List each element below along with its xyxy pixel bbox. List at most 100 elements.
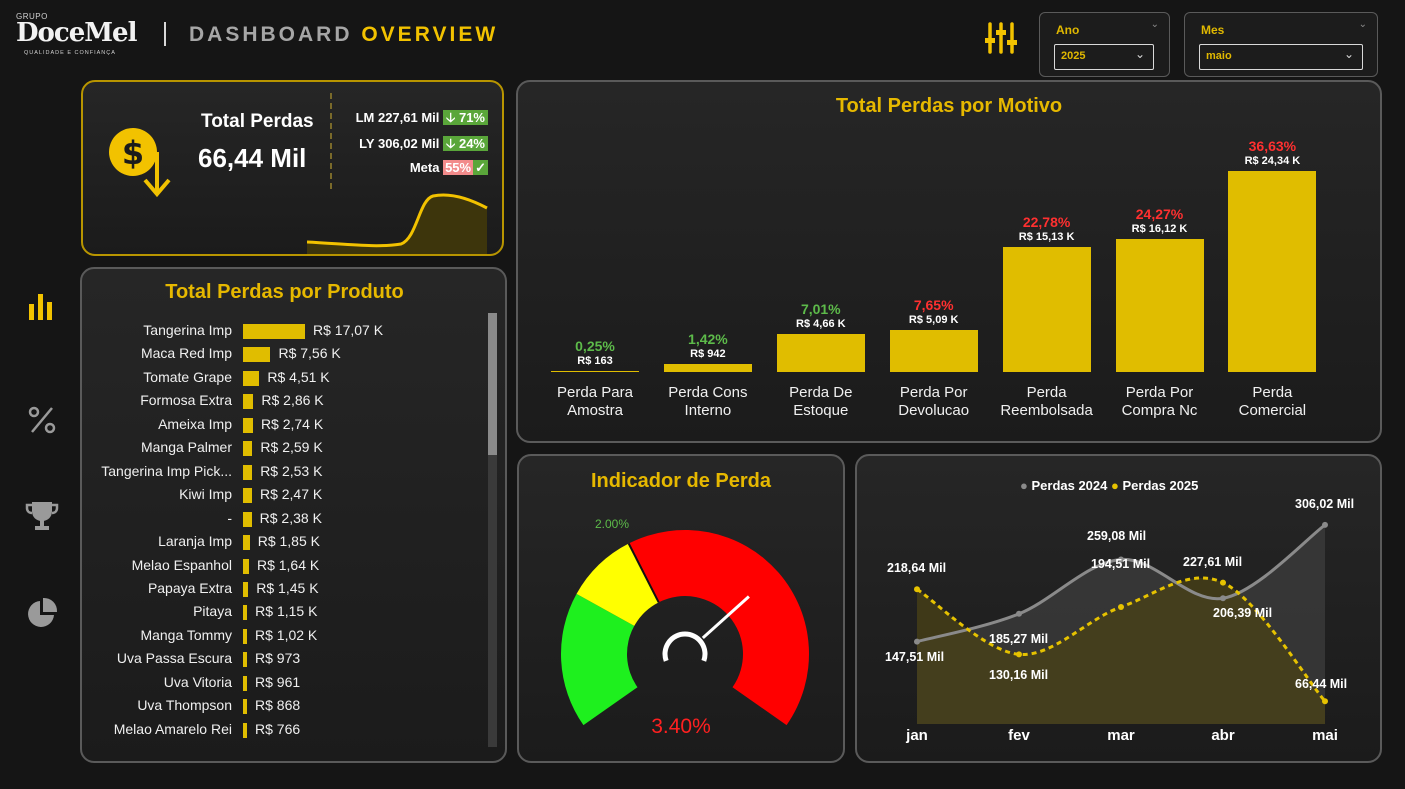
x-axis-tick-label: fev xyxy=(1008,727,1030,744)
slicer-mes[interactable]: Mes ⌄ maio ⌄ xyxy=(1184,12,1378,77)
produto-bar xyxy=(243,394,254,410)
produto-title: Total Perdas por Produto xyxy=(165,281,404,303)
produto-bar xyxy=(243,699,247,715)
gauge-target-label: 2.00% xyxy=(595,517,630,531)
kpi-value: 66,44 Mil xyxy=(198,143,307,173)
point-label-2025: 66,44 Mil xyxy=(1295,677,1348,692)
kpi-sparkline xyxy=(307,193,488,254)
point-perdas-2024 xyxy=(914,638,920,645)
motivo-category-label: Perda Por Compra Nc xyxy=(1095,384,1225,420)
produto-value: R$ 1,15 K xyxy=(255,603,318,620)
motivo-category-label: Perda Para Amostra xyxy=(530,384,660,420)
trophy-icon[interactable] xyxy=(25,499,59,533)
list-item[interactable]: Melao Espanhol R$ 1,64 K xyxy=(82,555,502,577)
list-item[interactable]: Melao Amarelo Rei R$ 766 xyxy=(82,719,502,741)
slicer-ano[interactable]: Ano ⌄ 2025 ⌄ xyxy=(1039,12,1170,77)
x-axis-tick-label: mai xyxy=(1312,727,1338,744)
produto-name: Laranja Imp xyxy=(158,533,232,550)
list-item[interactable]: Pitaya R$ 1,15 K xyxy=(82,601,502,623)
motivo-bar[interactable] xyxy=(551,370,639,372)
list-item[interactable]: Maca Red Imp R$ 7,56 K xyxy=(82,343,502,365)
page-title: DASHBOARD OVERVIEW xyxy=(189,23,498,47)
list-item[interactable]: - R$ 2,38 K xyxy=(82,508,502,530)
percent-icon[interactable] xyxy=(25,403,59,437)
bar-chart-icon[interactable] xyxy=(25,290,59,324)
produto-name: Uva Thompson xyxy=(137,697,232,714)
pie-chart-icon[interactable] xyxy=(25,596,59,630)
category-line1: Perda xyxy=(1252,384,1293,401)
list-item[interactable]: Tangerina Imp R$ 17,07 K xyxy=(82,320,502,342)
produto-bar xyxy=(243,370,260,386)
motivo-pct-label: 36,63% xyxy=(1248,138,1297,154)
motivo-category-label: Perda Comercial xyxy=(1207,384,1337,420)
motivo-value-label: R$ 5,09 K xyxy=(908,313,959,326)
motivo-bar[interactable] xyxy=(1002,247,1091,372)
list-item[interactable]: Kiwi Imp R$ 2,47 K xyxy=(82,484,502,506)
list-item[interactable]: Uva Passa Escura R$ 973 xyxy=(82,648,502,670)
list-item[interactable]: Formosa Extra R$ 2,86 K xyxy=(82,390,502,412)
list-item[interactable]: Uva Thompson R$ 868 xyxy=(82,695,502,717)
list-item[interactable]: Papaya Extra R$ 1,45 K xyxy=(82,578,502,600)
produto-value: R$ 1,85 K xyxy=(257,533,320,550)
produto-scrollbar[interactable] xyxy=(488,313,497,747)
produto-bar xyxy=(243,324,305,339)
gauge-value-label: 3.40% xyxy=(651,715,711,738)
category-line1: Perda Cons xyxy=(668,384,748,401)
motivo-bar[interactable] xyxy=(889,329,978,372)
motivo-bar[interactable] xyxy=(1115,238,1204,372)
list-item[interactable]: Manga Palmer R$ 2,59 K xyxy=(82,437,502,459)
motivo-category-label: Perda Reembolsada xyxy=(982,384,1112,420)
produto-bar xyxy=(243,605,248,621)
slicer-mes-select[interactable]: maio ⌄ xyxy=(1199,44,1363,70)
category-line1: Perda xyxy=(1026,384,1067,401)
motivo-pct-label: 1,42% xyxy=(688,331,728,348)
produto-value: R$ 2,59 K xyxy=(260,439,323,456)
chevron-down-icon[interactable]: ⌄ xyxy=(1344,47,1354,61)
category-line2: Amostra xyxy=(567,402,623,419)
kpi-lm-label: LM 227,61 Mil xyxy=(355,110,440,125)
produto-name: Melao Amarelo Rei xyxy=(113,720,232,737)
list-item[interactable]: Manga Tommy R$ 1,02 K xyxy=(82,625,502,647)
motivo-bar[interactable] xyxy=(1228,171,1317,372)
produto-value: R$ 1,45 K xyxy=(256,579,319,596)
point-label-2024: 185,27 Mil xyxy=(989,631,1049,646)
slicer-ano-select[interactable]: 2025 ⌄ xyxy=(1054,44,1154,70)
check-icon: ✓ xyxy=(473,160,488,175)
kpi-label: Total Perdas xyxy=(201,111,314,132)
motivo-bar[interactable] xyxy=(663,364,752,372)
produto-name: Manga Palmer xyxy=(140,439,232,456)
produto-bar xyxy=(243,675,247,691)
point-perdas-2024 xyxy=(1322,521,1328,528)
motivo-pct-label: 7,65% xyxy=(913,296,954,313)
motivo-value-label: R$ 942 xyxy=(690,348,726,361)
perdas-por-motivo-card: Total Perdas por Motivo R$ 163 0,25% Perda… xyxy=(516,80,1382,443)
chevron-down-icon[interactable]: ⌄ xyxy=(1359,19,1367,30)
title-part2: OVERVIEW xyxy=(361,23,499,46)
kpi-meta-comparison: Meta 55% ✓ xyxy=(410,160,488,176)
produto-name: Maca Red Imp xyxy=(140,345,232,362)
list-item[interactable]: Uva Vitoria R$ 961 xyxy=(82,672,502,694)
logo-name-text: DoceMel xyxy=(16,18,137,48)
produto-value: R$ 868 xyxy=(255,697,301,714)
category-line2: Estoque xyxy=(793,402,849,419)
list-item[interactable]: Tomate Grape R$ 4,51 K xyxy=(82,367,502,389)
motivo-bar[interactable] xyxy=(776,333,865,372)
produto-bar xyxy=(243,417,253,433)
produto-bar xyxy=(243,581,249,597)
sliders-icon[interactable] xyxy=(984,21,1018,55)
chevron-down-icon[interactable]: ⌄ xyxy=(1135,47,1145,61)
motivo-value-label: R$ 4,66 K xyxy=(796,317,846,330)
produto-value: R$ 2,86 K xyxy=(261,392,324,409)
point-perdas-2025 xyxy=(1220,579,1226,586)
chevron-down-icon[interactable]: ⌄ xyxy=(1151,19,1159,30)
produto-bar xyxy=(243,441,253,457)
list-item[interactable]: Tangerina Imp Pick... R$ 2,53 K xyxy=(82,461,502,483)
slicer-ano-label: Ano xyxy=(1056,23,1080,37)
point-perdas-2024 xyxy=(1016,610,1022,617)
scrollbar-thumb[interactable] xyxy=(488,313,497,455)
point-label-2024: 147,51 Mil xyxy=(885,649,945,664)
produto-value: R$ 2,47 K xyxy=(259,486,323,503)
list-item[interactable]: Laranja Imp R$ 1,85 K xyxy=(82,531,502,553)
produto-value: R$ 2,53 K xyxy=(260,462,323,479)
list-item[interactable]: Ameixa Imp R$ 2,74 K xyxy=(82,414,502,436)
